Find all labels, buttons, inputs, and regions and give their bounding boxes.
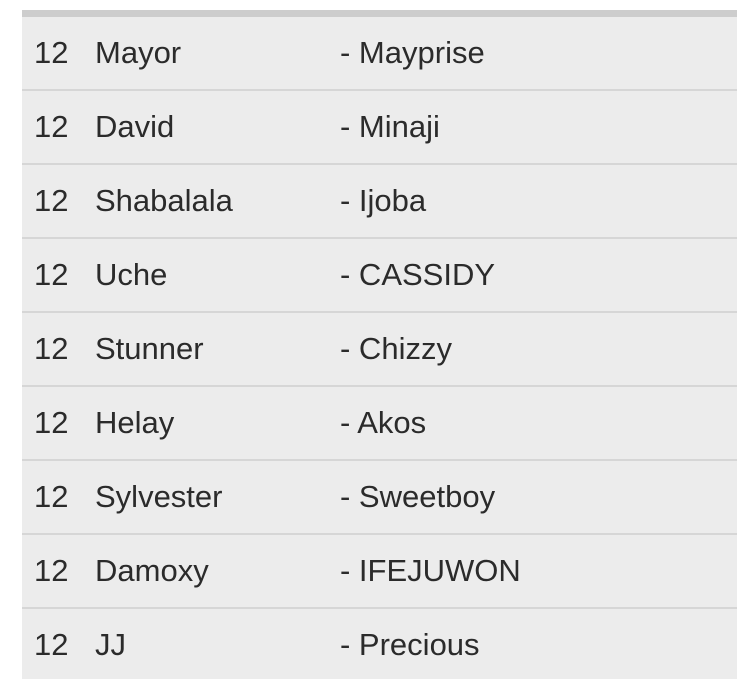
table-row: 12 Shabalala - Ijoba: [22, 165, 737, 239]
row-number: 12: [34, 331, 69, 366]
row-partner: - Precious: [340, 627, 480, 662]
row-name: David: [95, 109, 175, 144]
table-row: 12 Stunner - Chizzy: [22, 313, 737, 387]
row-name: Sylvester: [95, 479, 223, 514]
row-name: Shabalala: [95, 183, 233, 218]
table-row: 12 Helay - Akos: [22, 387, 737, 461]
table-row: 12 JJ - Precious: [22, 609, 737, 679]
row-partner: - CASSIDY: [340, 257, 496, 292]
row-number: 12: [34, 35, 69, 70]
row-number: 12: [34, 257, 69, 292]
table-row: 12 Damoxy - IFEJUWON: [22, 535, 737, 609]
table-row: 12 Mayor - Mayprise: [22, 17, 737, 91]
table-row: 12 Sylvester - Sweetboy: [22, 461, 737, 535]
row-name: Damoxy: [95, 553, 209, 588]
row-name: Uche: [95, 257, 168, 292]
row-name: JJ: [95, 627, 126, 662]
row-number: 12: [34, 405, 69, 440]
row-number: 12: [34, 183, 69, 218]
row-partner: - Mayprise: [340, 35, 485, 70]
row-partner: - Sweetboy: [340, 479, 496, 514]
row-name: Stunner: [95, 331, 204, 366]
row-number: 12: [34, 479, 69, 514]
table-row: 12 Uche - CASSIDY: [22, 239, 737, 313]
row-partner: - Minaji: [340, 109, 440, 144]
row-number: 12: [34, 627, 69, 662]
row-partner: - Chizzy: [340, 331, 452, 366]
row-partner: - IFEJUWON: [340, 553, 521, 588]
pairings-table: 12 Mayor - Mayprise 12 David - Minaji 12…: [22, 10, 737, 679]
row-partner: - Akos: [340, 405, 427, 440]
table-row: 12 David - Minaji: [22, 91, 737, 165]
row-partner: - Ijoba: [340, 183, 427, 218]
row-name: Helay: [95, 405, 175, 440]
row-name: Mayor: [95, 35, 182, 70]
row-number: 12: [34, 109, 69, 144]
row-number: 12: [34, 553, 69, 588]
